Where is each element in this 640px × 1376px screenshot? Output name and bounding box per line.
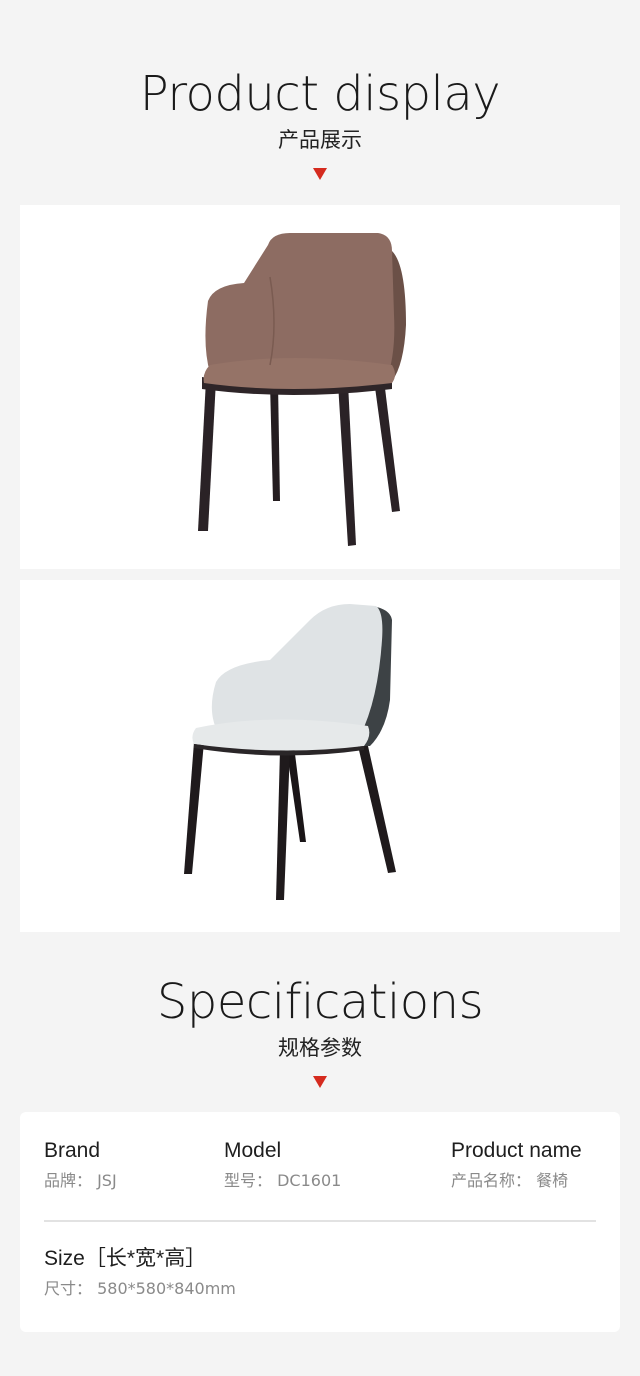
size-value: 尺寸： 580*580*840mm: [44, 1279, 236, 1298]
brand-label: Brand: [44, 1139, 101, 1162]
model-label: Model: [224, 1139, 282, 1162]
chair-brown-icon: [198, 233, 406, 546]
product-image-brown-chair: [20, 205, 620, 569]
brand-value: 品牌： JSJ: [44, 1171, 117, 1190]
spec-size: Size［长*宽*高］ 尺寸： 580*580*840mm: [44, 1246, 236, 1300]
model-value: 型号： DC1601: [224, 1171, 342, 1190]
specifications-title: Specifications: [156, 974, 484, 1030]
specifications-subtitle: 规格参数: [278, 1036, 362, 1060]
spec-brand: Brand 品牌： JSJ: [44, 1138, 117, 1192]
product-display-title: Product display: [139, 66, 501, 122]
product-display-header: Product display 产品展示: [0, 66, 640, 180]
specifications-card: Brand 品牌： JSJ Model 型号： DC1601 Product n…: [20, 1112, 620, 1332]
specifications-header: Specifications 规格参数: [0, 974, 640, 1088]
divider: [44, 1220, 596, 1222]
triangle-down-icon: [313, 1076, 327, 1088]
product-image-white-chair: [20, 580, 620, 932]
product-display-subtitle: 产品展示: [278, 128, 362, 152]
spec-product-name: Product name 产品名称： 餐椅: [451, 1138, 582, 1192]
spec-model: Model 型号： DC1601: [224, 1138, 341, 1192]
triangle-down-icon: [313, 168, 327, 180]
product-name-label: Product name: [451, 1139, 582, 1162]
size-label: Size［长*宽*高］: [44, 1247, 207, 1270]
product-name-value: 产品名称： 餐椅: [451, 1171, 569, 1190]
chair-white-icon: [184, 604, 396, 900]
